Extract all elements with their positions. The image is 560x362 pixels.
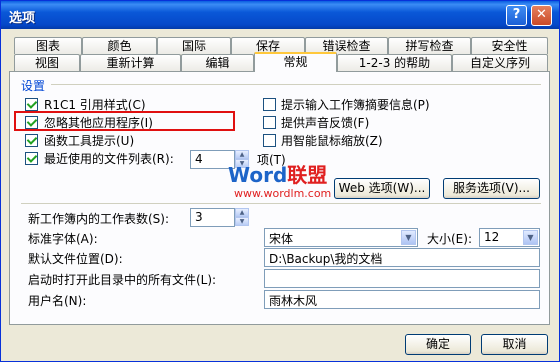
tab-chart[interactable]: 图表 — [14, 37, 82, 54]
standard-font-select[interactable]: 宋体 ▼ — [264, 228, 418, 247]
font-size-select[interactable]: 12 ▼ — [479, 228, 540, 247]
tab-international[interactable]: 国际 — [157, 37, 231, 54]
sheets-count-input[interactable]: 3 — [190, 208, 235, 227]
watermark-url: www.wordlm.com — [234, 187, 332, 200]
window-title: 选项 — [9, 11, 36, 26]
summary-info-checkbox[interactable] — [263, 98, 276, 111]
sheets-count-label: 新工作簿内的工作表数(S): — [28, 212, 170, 226]
username-input[interactable]: 雨林木风 — [264, 290, 540, 309]
standard-font-value: 宋体 — [269, 232, 294, 246]
sound-feedback-label: 提供声音反馈(F) — [281, 116, 370, 130]
tab-calculation[interactable]: 重新计算 — [80, 54, 181, 71]
options-dialog: 选项 ? ✕ 图表 颜色 国际 保存 错误检查 拼写检查 安全性 视图 重新计算… — [0, 0, 560, 362]
group-divider — [51, 84, 541, 85]
highlight-box — [14, 111, 235, 131]
font-size-label: 大小(E): — [427, 232, 472, 246]
spin-up-icon[interactable]: ▲ — [235, 150, 249, 159]
r1c1-checkbox[interactable] — [25, 98, 38, 111]
title-bar[interactable]: 选项 ? ✕ — [1, 1, 559, 29]
section-divider — [21, 203, 541, 204]
default-path-label: 默认文件位置(D): — [28, 252, 123, 266]
tab-general[interactable]: 常规 — [254, 52, 337, 72]
tab-color[interactable]: 颜色 — [82, 37, 157, 54]
tab-lotus-help[interactable]: 1-2-3 的帮助 — [337, 54, 452, 71]
web-options-button[interactable]: Web 选项(W)... — [334, 178, 430, 199]
intellimouse-zoom-label: 用智能鼠标缩放(Z) — [281, 134, 383, 148]
tab-custom-lists[interactable]: 自定义序列 — [452, 54, 548, 71]
sheets-count-spinner[interactable]: ▲ ▼ — [235, 208, 249, 227]
startup-folder-label: 启动时打开此目录中的所有文件(L): — [28, 273, 217, 287]
font-size-value: 12 — [484, 230, 500, 244]
ok-button[interactable]: 确定 — [405, 334, 471, 355]
sound-feedback-checkbox[interactable] — [263, 116, 276, 129]
username-label: 用户名(N): — [28, 294, 87, 308]
function-tooltips-checkbox[interactable] — [25, 134, 38, 147]
chevron-down-icon[interactable]: ▼ — [523, 230, 538, 245]
cancel-button[interactable]: 取消 — [481, 334, 548, 355]
recent-files-label: 最近使用的文件列表(R): — [44, 152, 174, 166]
tab-spell-check[interactable]: 拼写检查 — [388, 37, 471, 54]
tab-security[interactable]: 安全性 — [471, 37, 548, 54]
help-button[interactable]: ? — [506, 5, 527, 26]
spin-down-icon[interactable]: ▼ — [235, 217, 249, 226]
chevron-down-icon[interactable]: ▼ — [401, 230, 416, 245]
close-button[interactable]: ✕ — [531, 5, 552, 26]
startup-folder-input[interactable] — [264, 269, 540, 288]
service-options-button[interactable]: 服务选项(V)... — [443, 178, 540, 199]
default-path-input[interactable]: D:\Backup\我的文档 — [264, 248, 540, 267]
settings-group-label: 设置 — [21, 79, 46, 93]
watermark-logo: Word联盟 — [228, 163, 328, 187]
spin-up-icon[interactable]: ▲ — [235, 208, 249, 217]
tab-edit[interactable]: 编辑 — [181, 54, 254, 71]
tab-view[interactable]: 视图 — [14, 54, 80, 71]
intellimouse-zoom-checkbox[interactable] — [263, 134, 276, 147]
standard-font-label: 标准字体(A): — [28, 232, 98, 246]
summary-info-label: 提示输入工作簿摘要信息(P) — [281, 98, 430, 112]
recent-files-checkbox[interactable] — [25, 152, 38, 165]
function-tooltips-label: 函数工具提示(U) — [44, 134, 135, 148]
